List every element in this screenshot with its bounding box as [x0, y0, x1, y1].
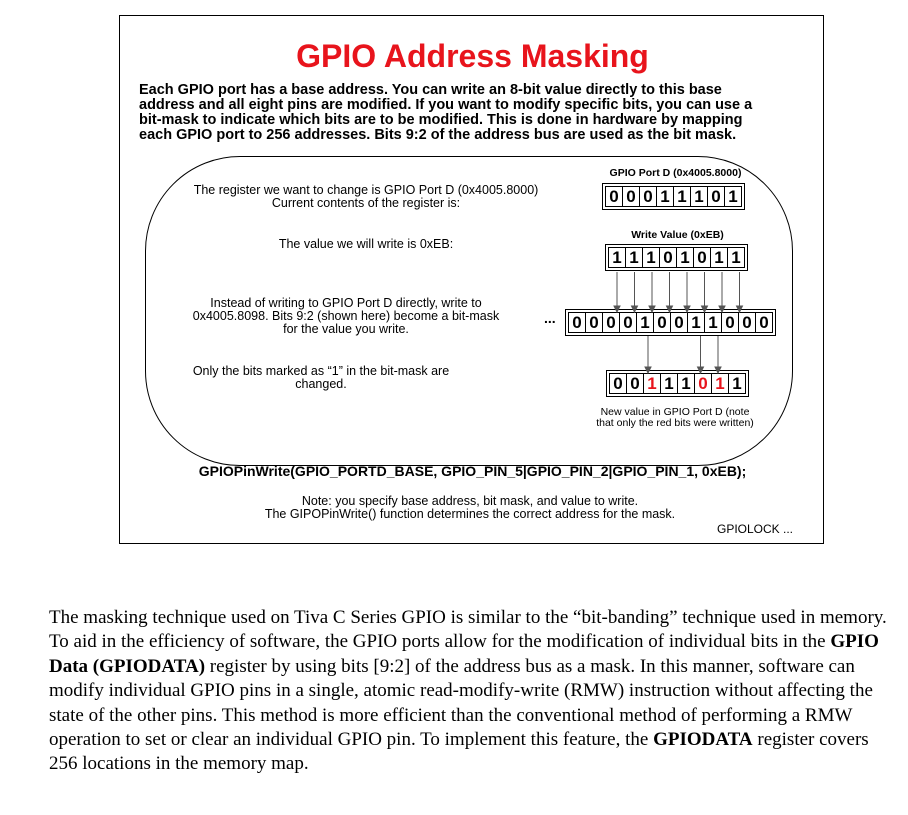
- bit-cell: 1: [609, 248, 626, 267]
- bit-cell: 0: [603, 313, 620, 332]
- bit-cell: 1: [674, 187, 691, 206]
- bit-cell: 0: [722, 313, 739, 332]
- bit-cell: 0: [739, 313, 756, 332]
- address-ellipsis: ...: [544, 310, 556, 326]
- bit-cell: 1: [626, 248, 643, 267]
- slide-figure: GPIO Address Masking Each GPIO port has …: [119, 15, 824, 544]
- bit-cell: 0: [708, 187, 725, 206]
- bit-cell: 1: [711, 248, 728, 267]
- body-text-segment: The masking technique used on Tiva C Ser…: [49, 607, 887, 653]
- intro-text: Each GPIO port has a base address. You c…: [139, 83, 809, 143]
- next-topic-label: GPIOLOCK ...: [717, 522, 794, 536]
- slide-title: GPIO Address Masking: [296, 38, 649, 74]
- bit-cell: 1: [661, 374, 678, 393]
- bit-cell: 1: [657, 187, 674, 206]
- portd-register: 00011101: [602, 183, 745, 210]
- intro-line: each GPIO port to 256 addresses. Bits 9:…: [139, 127, 737, 143]
- address-bitmask-register: 000010011000: [565, 309, 776, 336]
- bit-cell: 1: [678, 374, 695, 393]
- write-value-register: 11101011: [605, 244, 748, 271]
- write-value-label: Write Value (0xEB): [631, 229, 724, 241]
- bit-cell: 0: [640, 187, 657, 206]
- bit-cell: 0: [660, 248, 677, 267]
- step-address-text: Instead of writing to GPIO Port D direct…: [146, 297, 546, 336]
- bold-term: GPIODATA: [653, 729, 753, 751]
- step-register-text: The register we want to change is GPIO P…: [166, 184, 566, 210]
- code-example: GPIOPinWrite(GPIO_PORTD_BASE, GPIO_PIN_5…: [198, 463, 747, 479]
- note-text: Note: you specify base address, bit mask…: [220, 495, 720, 521]
- bit-cell: 1: [731, 247, 741, 267]
- bit-cell: 1: [712, 374, 729, 393]
- bit-cell: 0: [627, 374, 644, 393]
- body-paragraph: The masking technique used on Tiva C Ser…: [49, 606, 899, 777]
- bit-cell: 1: [637, 313, 654, 332]
- result-register: 00111011: [606, 370, 749, 397]
- step-result-text: Only the bits marked as “1” in the bit-m…: [166, 365, 476, 391]
- bit-cell: 0: [610, 374, 627, 393]
- bit-cell: 0: [620, 313, 637, 332]
- result-caption: New value in GPIO Port D (note that only…: [575, 407, 775, 429]
- intro-line: bit-mask to indicate which bits are to b…: [139, 112, 743, 128]
- step-write-text: The value we will write is 0xEB:: [216, 238, 516, 251]
- caption-line: that only the red bits were written): [596, 417, 754, 429]
- note-line: The GIPOPinWrite() function determines t…: [264, 507, 676, 521]
- portd-label: GPIO Port D (0x4005.8000): [609, 167, 742, 179]
- intro-line: address and all eight pins are modified.…: [139, 97, 753, 113]
- bit-cell: 1: [732, 373, 742, 393]
- step-line: changed.: [295, 377, 347, 391]
- step-line: The value we will write is 0xEB:: [278, 237, 454, 251]
- bit-cell: 1: [705, 313, 722, 332]
- bit-cell: 0: [759, 312, 769, 332]
- bit-cell: 1: [728, 186, 738, 206]
- bit-cell: 1: [691, 187, 708, 206]
- step-line: for the value you write.: [283, 322, 409, 336]
- bit-cell: 1: [677, 248, 694, 267]
- step-line: Current contents of the register is:: [271, 196, 461, 210]
- bit-cell: 0: [586, 313, 603, 332]
- bit-cell: 0: [654, 313, 671, 332]
- bit-cell: 0: [623, 187, 640, 206]
- bit-cell: 0: [569, 313, 586, 332]
- bit-cell: 1: [644, 374, 661, 393]
- bit-cell: 0: [695, 374, 712, 393]
- bit-cell: 0: [694, 248, 711, 267]
- bit-cell: 0: [606, 187, 623, 206]
- bit-cell: 0: [671, 313, 688, 332]
- bit-cell: 1: [688, 313, 705, 332]
- intro-line: Each GPIO port has a base address. You c…: [139, 82, 722, 98]
- bit-cell: 1: [643, 248, 660, 267]
